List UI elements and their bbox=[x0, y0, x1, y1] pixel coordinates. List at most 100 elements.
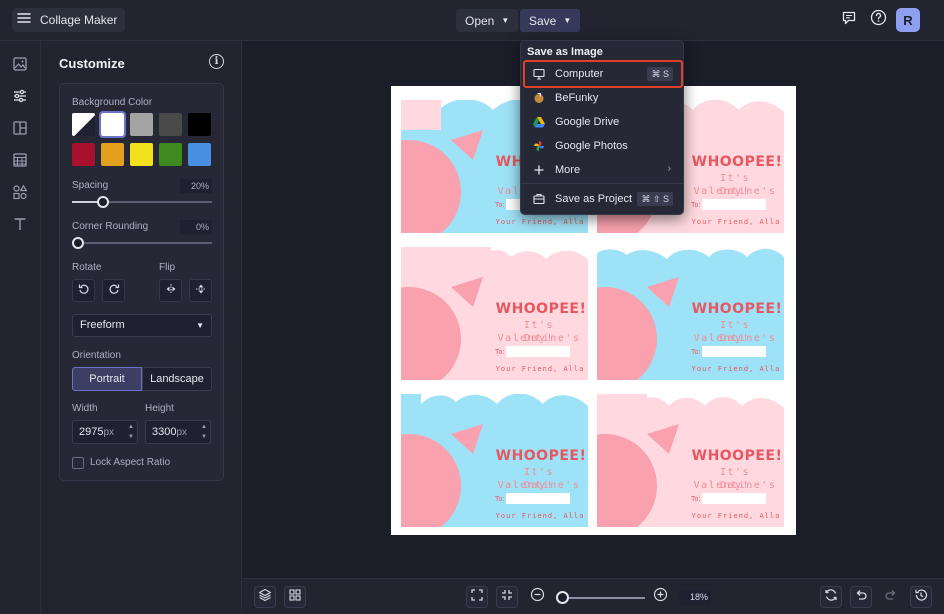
card-line-2: Day! bbox=[719, 186, 751, 197]
corner-rounding-value[interactable]: 0% bbox=[180, 220, 212, 234]
layers-icon bbox=[258, 588, 272, 607]
card-from: Your Friend, Alla bbox=[495, 365, 585, 373]
avatar[interactable]: R bbox=[896, 8, 920, 32]
text-icon[interactable] bbox=[11, 215, 29, 233]
collage-cell-3[interactable]: WHOOPEE! It's Valentine's Day! To: Your … bbox=[401, 247, 588, 380]
swatch-white[interactable] bbox=[99, 111, 126, 138]
width-label: Width bbox=[72, 403, 98, 414]
grid-icon bbox=[288, 588, 302, 607]
save-as-project-item[interactable]: Save as Project ⌘ ⇧ S bbox=[525, 187, 681, 211]
app-menu-button[interactable]: Collage Maker bbox=[12, 8, 126, 32]
flip-horizontal-button[interactable] bbox=[159, 279, 182, 302]
swatch-red[interactable] bbox=[72, 143, 95, 166]
save-to-google-drive-item[interactable]: Google Drive bbox=[525, 110, 681, 134]
zoom-value[interactable]: 18% bbox=[679, 590, 711, 605]
swatch-orange[interactable] bbox=[101, 143, 124, 166]
swatch-blue[interactable] bbox=[188, 143, 211, 166]
landscape-button[interactable]: Landscape bbox=[142, 367, 212, 391]
menu-item-label: Save as Project bbox=[555, 193, 633, 205]
refresh-button[interactable] bbox=[820, 586, 842, 608]
swatch-green[interactable] bbox=[159, 143, 182, 166]
card-line-2: Day! bbox=[719, 333, 751, 344]
panel-title: Customize bbox=[59, 56, 125, 71]
redo-button[interactable] bbox=[880, 586, 902, 608]
collage-cell-4[interactable]: WHOOPEE! It's Valentine's Day! To: Your … bbox=[597, 247, 784, 380]
card-to-box bbox=[702, 493, 766, 504]
hamburger-icon bbox=[16, 10, 32, 31]
undo-icon bbox=[854, 588, 868, 607]
spacing-label: Spacing bbox=[72, 180, 109, 191]
width-field[interactable]: 2975px ▲ ▼ bbox=[72, 420, 138, 444]
rotate-right-button[interactable] bbox=[102, 279, 125, 302]
undo-button[interactable] bbox=[850, 586, 872, 608]
save-more-item[interactable]: More › bbox=[525, 158, 681, 182]
menu-item-label: Google Photos bbox=[555, 140, 628, 152]
corner-rounding-slider-track[interactable] bbox=[72, 242, 212, 244]
comment-icon bbox=[841, 10, 857, 31]
flip-vertical-button[interactable] bbox=[189, 279, 212, 302]
save-to-google-photos-item[interactable]: Google Photos bbox=[525, 134, 681, 158]
bottom-toolbar: 18% bbox=[242, 578, 944, 614]
height-field[interactable]: 3300px ▲ ▼ bbox=[145, 420, 211, 444]
card-from: Your Friend, Alla bbox=[691, 218, 781, 226]
image-icon[interactable] bbox=[11, 55, 29, 73]
help-button[interactable] bbox=[867, 9, 889, 31]
height-stepper[interactable]: ▲ ▼ bbox=[201, 422, 207, 442]
layout-select[interactable]: Freeform ▼ bbox=[72, 314, 212, 337]
card-line-2: Day! bbox=[523, 480, 555, 491]
card-to-box bbox=[702, 199, 766, 210]
collage-cell-5[interactable]: WHOOPEE! It's Valentine's Day! To: Your … bbox=[401, 394, 588, 527]
grid-view-button[interactable] bbox=[284, 586, 306, 608]
card-line-2: Day! bbox=[719, 480, 751, 491]
zoom-out-button[interactable] bbox=[526, 586, 548, 608]
zoom-in-button[interactable] bbox=[649, 586, 671, 608]
corner-rounding-slider-handle[interactable] bbox=[72, 237, 84, 249]
orientation-label: Orientation bbox=[72, 350, 121, 361]
zoom-slider-track[interactable] bbox=[563, 597, 645, 599]
swatch-black[interactable] bbox=[188, 113, 211, 136]
swatch-gray[interactable] bbox=[130, 113, 153, 136]
portrait-button[interactable]: Portrait bbox=[72, 367, 142, 391]
save-menu-header: Save as Image bbox=[527, 46, 603, 58]
swatch-transparent[interactable] bbox=[72, 113, 95, 136]
spacing-slider-handle[interactable] bbox=[97, 196, 109, 208]
chevron-down-icon: ▼ bbox=[501, 16, 510, 25]
lock-aspect-checkbox[interactable] bbox=[72, 457, 84, 469]
history-button[interactable] bbox=[910, 586, 932, 608]
google-drive-icon bbox=[533, 116, 545, 128]
card-to-label: To: bbox=[495, 496, 505, 503]
sliders-icon[interactable] bbox=[11, 87, 29, 105]
expand-icon bbox=[470, 588, 484, 607]
zoom-slider-handle[interactable] bbox=[556, 591, 569, 604]
flip-label: Flip bbox=[159, 262, 176, 273]
spacing-value[interactable]: 20% bbox=[180, 179, 212, 193]
card-to-label: To: bbox=[495, 349, 505, 356]
shortcut-badge: ⌘ ⇧ S bbox=[637, 192, 673, 206]
texture-icon[interactable] bbox=[11, 151, 29, 169]
open-button[interactable]: Open ▼ bbox=[456, 9, 519, 32]
card-from: Your Friend, Alla bbox=[495, 512, 585, 520]
comment-button[interactable] bbox=[838, 9, 860, 31]
layout-icon[interactable] bbox=[11, 119, 29, 137]
collage-cell-6[interactable]: WHOOPEE! It's Valentine's Day! To: Your … bbox=[597, 394, 784, 527]
help-icon bbox=[870, 9, 887, 31]
actual-size-button[interactable] bbox=[496, 586, 518, 608]
shapes-icon[interactable] bbox=[11, 183, 29, 201]
info-icon[interactable]: i bbox=[209, 54, 224, 69]
layers-button[interactable] bbox=[254, 586, 276, 608]
save-button[interactable]: Save ▼ bbox=[520, 9, 581, 32]
chevron-right-icon: › bbox=[667, 163, 671, 174]
rotate-left-button[interactable] bbox=[72, 279, 95, 302]
lock-aspect-label: Lock Aspect Ratio bbox=[90, 457, 171, 468]
corner-rounding-label: Corner Rounding bbox=[72, 221, 149, 232]
width-stepper[interactable]: ▲ ▼ bbox=[128, 422, 134, 442]
height-label: Height bbox=[145, 403, 174, 414]
card-to-box bbox=[506, 346, 570, 357]
rotate-label: Rotate bbox=[72, 262, 102, 273]
fit-screen-button[interactable] bbox=[466, 586, 488, 608]
swatch-dark-gray[interactable] bbox=[159, 113, 182, 136]
swatch-yellow[interactable] bbox=[130, 143, 153, 166]
save-to-befunky-item[interactable]: BeFunky bbox=[525, 86, 681, 110]
save-to-computer-item[interactable]: Computer ⌘ S bbox=[523, 60, 683, 88]
shortcut-badge: ⌘ S bbox=[647, 67, 673, 81]
